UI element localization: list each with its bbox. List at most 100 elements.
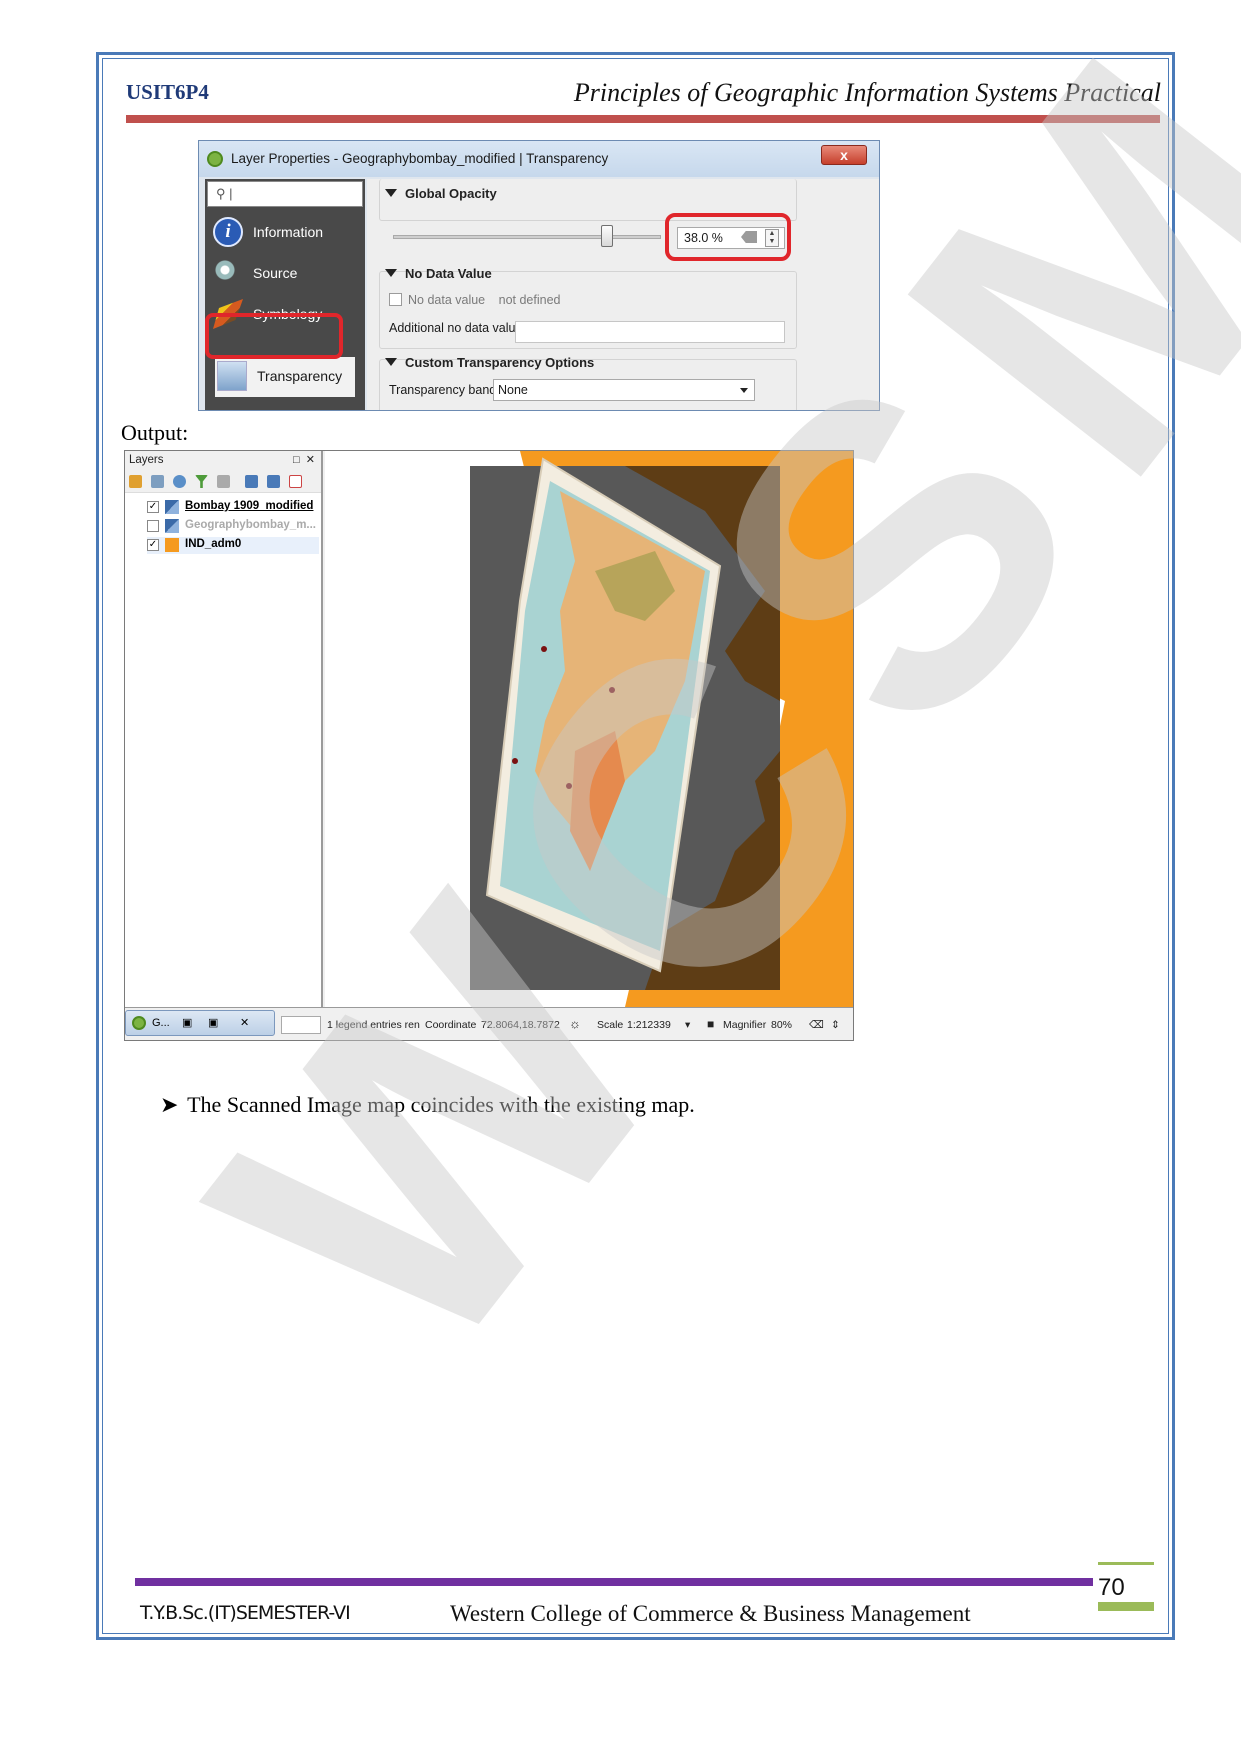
clear-icon[interactable]: ⌫ (809, 1019, 824, 1031)
footer-semester: T.Y.B.Sc.(IT)SEMESTER-VI (140, 1602, 351, 1624)
layer-properties-dialog: Layer Properties - Geographybombay_modif… (198, 140, 880, 411)
expand-all-icon[interactable] (245, 475, 258, 488)
source-icon (213, 258, 243, 288)
checkbox-icon[interactable] (147, 520, 159, 532)
sidebar-item-source[interactable]: Source (213, 256, 363, 292)
sidebar-item-label: Transparency (257, 368, 343, 384)
collapse-triangle-icon (385, 269, 397, 277)
footer-college: Western College of Commerce & Business M… (450, 1601, 971, 1626)
checkbox-icon (389, 293, 402, 306)
transparency-band-label: Transparency band (389, 383, 497, 397)
filter-icon[interactable] (195, 475, 208, 488)
page-number-top-bar (1098, 1562, 1154, 1565)
layer-row-geographybombay[interactable]: Geographybombay_m... (147, 518, 319, 535)
no-data-value: not defined (498, 293, 561, 307)
coordinate-field[interactable]: 72.8064,18.7872 (481, 1019, 560, 1031)
scale-combobox[interactable]: 1:212339 (627, 1019, 671, 1031)
close-icon[interactable]: ✕ (306, 454, 315, 466)
style-brush-icon[interactable] (129, 475, 142, 488)
coordinate-label: Coordinate (425, 1019, 477, 1031)
transparency-highlight-circle (205, 313, 343, 359)
page-number: 70 (1098, 1574, 1125, 1601)
dialog-title: Layer Properties - Geographybombay_modif… (231, 151, 609, 166)
raster-icon (165, 500, 179, 514)
magnifier-label: Magnifier (723, 1019, 767, 1031)
layer-name: Geographybombay_m... (185, 519, 317, 531)
scale-label: Scale (597, 1019, 624, 1031)
layer-name: IND_adm0 (185, 538, 242, 550)
eye-icon[interactable] (173, 475, 186, 488)
custom-transparency-header[interactable]: Custom Transparency Options (385, 355, 594, 370)
checkbox-icon[interactable]: ✓ (147, 501, 159, 513)
legend-status-text: 1 legend entries ren (327, 1019, 420, 1031)
layers-toolbar (125, 471, 321, 493)
header-rule (126, 115, 1160, 123)
close-button[interactable]: x (821, 145, 867, 165)
sidebar-item-label: Source (253, 265, 298, 281)
lock-icon[interactable]: ■ (707, 1017, 714, 1031)
information-icon: i (213, 217, 243, 247)
qgis-output-window: Layers □ ✕ ✓ Bombay 1909_modified Geogra… (124, 450, 854, 1041)
qgis-logo-icon (207, 151, 223, 167)
qgis-logo-icon (132, 1016, 146, 1030)
opacity-highlight-circle (665, 213, 791, 261)
opacity-slider-handle[interactable] (601, 225, 613, 247)
additional-no-data-field[interactable] (515, 321, 785, 343)
course-code: USIT6P4 (126, 80, 209, 104)
sidebar-item-label: Information (253, 224, 324, 240)
no-data-header[interactable]: No Data Value (385, 266, 492, 281)
dialog-main-panel: Global Opacity 38.0 % ▲ ▼ No Data Value N… (367, 179, 879, 410)
layer-row-ind-adm0[interactable]: ✓ IND_adm0 (147, 537, 319, 554)
layer-name: Bombay 1909_modified (185, 500, 314, 512)
remove-layer-icon[interactable] (289, 475, 302, 488)
close-icon[interactable]: ✕ (240, 1016, 249, 1029)
no-data-checkbox[interactable]: No data value not defined (389, 293, 560, 307)
float-icon[interactable]: □ (293, 454, 300, 466)
polygon-swatch-icon (165, 538, 179, 552)
additional-no-data-label: Additional no data value (389, 321, 523, 335)
map-canvas[interactable] (325, 451, 853, 1007)
layers-panel-header: Layers □ ✕ (125, 451, 321, 471)
extents-toggle-icon[interactable]: ☼ (569, 1016, 581, 1031)
raster-icon (165, 519, 179, 533)
transparency-band-select[interactable]: None (493, 379, 755, 401)
sidebar-item-information[interactable]: i Information (213, 215, 363, 251)
spin-arrows-icon[interactable]: ⇕ (831, 1019, 840, 1031)
page-number-bottom-bar (1098, 1602, 1154, 1611)
map-rendering (470, 451, 853, 1007)
restore-icon[interactable]: ▣ (182, 1016, 192, 1029)
magnifier-spinbox[interactable]: 80% (771, 1019, 792, 1031)
search-value: | (229, 186, 233, 201)
dialog-sidebar: ⚲ | i Information Source Symbology Trans… (205, 179, 367, 410)
sidebar-search-input[interactable]: ⚲ | (207, 181, 363, 207)
chevron-down-icon (740, 388, 748, 393)
add-group-icon[interactable] (151, 475, 164, 488)
collapse-triangle-icon (385, 358, 397, 366)
chevron-down-icon[interactable]: ▾ (685, 1019, 690, 1031)
search-icon: ⚲ (216, 186, 226, 201)
collapse-triangle-icon (385, 189, 397, 197)
point-marker (566, 783, 572, 789)
dialog-titlebar: Layer Properties - Geographybombay_modif… (199, 141, 879, 177)
point-marker (609, 687, 615, 693)
status-bar: G... ▣ ▣ ✕ 1 legend entries ren Coordina… (125, 1007, 853, 1040)
taskbar-button[interactable]: G... ▣ ▣ ✕ (125, 1010, 275, 1036)
arrow-bullet-icon: ➤ (160, 1092, 179, 1117)
output-label: Output: (121, 420, 189, 445)
expression-filter-icon[interactable] (217, 475, 230, 488)
layers-panel: Layers □ ✕ ✓ Bombay 1909_modified Geogra… (125, 451, 323, 1007)
bullet-point: ➤ The Scanned Image map coincides with t… (160, 1092, 695, 1118)
point-marker (512, 758, 518, 764)
document-title: Principles of Geographic Information Sys… (573, 78, 1161, 107)
status-input[interactable] (281, 1016, 321, 1034)
collapse-all-icon[interactable] (267, 475, 280, 488)
sidebar-item-transparency[interactable]: Transparency (217, 359, 367, 395)
global-opacity-header[interactable]: Global Opacity (385, 186, 497, 201)
minimize-icon[interactable]: ▣ (208, 1016, 218, 1029)
taskbar-label: G... (152, 1017, 170, 1029)
point-marker (541, 646, 547, 652)
opacity-slider-track[interactable] (393, 235, 661, 239)
checkbox-icon[interactable]: ✓ (147, 539, 159, 551)
transparency-icon (217, 361, 247, 391)
layer-row-bombay[interactable]: ✓ Bombay 1909_modified (147, 499, 319, 516)
